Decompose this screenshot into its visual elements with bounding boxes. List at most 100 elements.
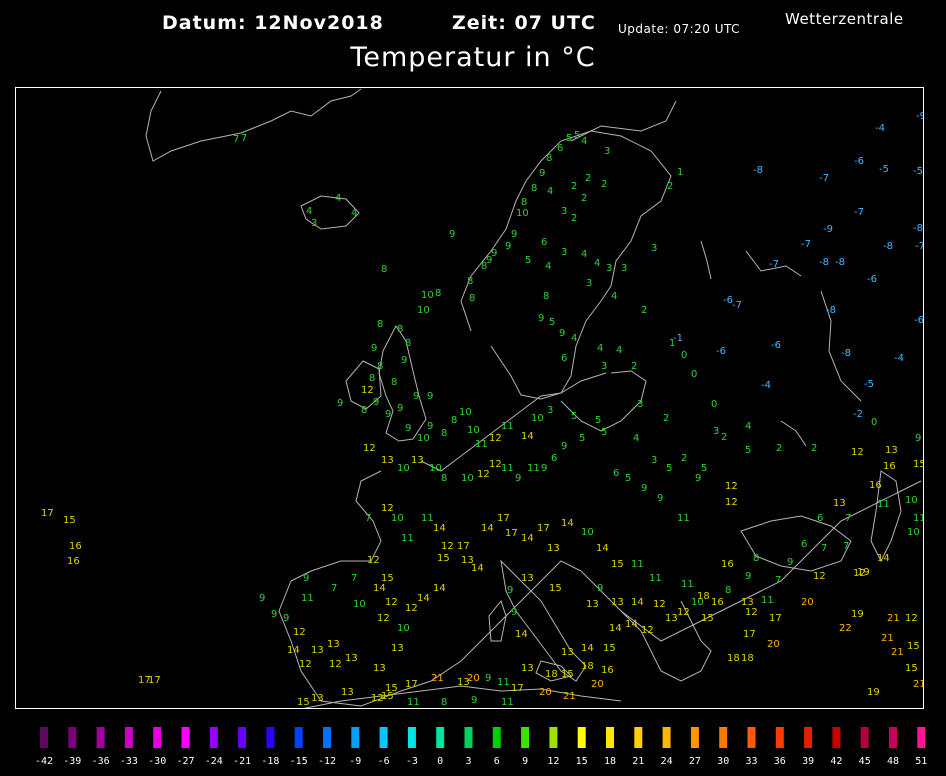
station-temp: 12 <box>851 447 864 458</box>
station-temp: 9 <box>657 493 663 504</box>
station-temp: 8 <box>361 405 367 416</box>
legend-label: 0 <box>437 756 443 767</box>
update-time: Update: 07:20 UTC <box>618 22 741 36</box>
datum-label: Datum: 12Nov2018 <box>162 12 384 34</box>
station-temp: 11 <box>877 499 890 510</box>
station-temp: -5 <box>879 164 889 175</box>
legend-label: 33 <box>745 756 757 767</box>
station-temp: 16 <box>601 665 614 676</box>
station-temp: 2 <box>571 213 577 224</box>
station-temp: 10 <box>461 473 474 484</box>
station-temp: 16 <box>711 597 724 608</box>
station-temp: 10 <box>397 623 410 634</box>
legend-label: 9 <box>522 756 528 767</box>
station-temp: 20 <box>467 673 480 684</box>
station-temp: 12 <box>441 541 454 552</box>
station-temp: 13 <box>665 613 678 624</box>
station-temp: 14 <box>481 523 494 534</box>
station-temp: 8 <box>441 697 447 708</box>
station-temp: 13 <box>461 555 474 566</box>
station-temp: 15 <box>907 641 920 652</box>
station-temp: 6 <box>551 453 557 464</box>
station-temp: 9 <box>427 391 433 402</box>
station-temp: 12 <box>641 625 654 636</box>
station-temp: 20 <box>539 687 552 698</box>
station-temp: 8 <box>377 319 383 330</box>
legend-label: -21 <box>233 756 251 767</box>
station-temp: 15 <box>603 643 616 654</box>
legend-swatch <box>662 727 671 748</box>
station-temp: 15 <box>63 515 76 526</box>
legend-swatch <box>492 727 501 748</box>
legend-labels: -42 -39 -36 -33 -30 -27 -24 -21 -18 -15 -12 -9 -6 -3 0… <box>35 756 927 767</box>
legend-label: 42 <box>830 756 842 767</box>
station-temp: 7 <box>845 513 851 524</box>
station-temp: 14 <box>287 645 300 656</box>
station-temp: 13 <box>373 663 386 674</box>
station-temp: 0 <box>711 399 717 410</box>
station-temp: 10 <box>531 413 544 424</box>
station-temp: 13 <box>391 643 404 654</box>
station-temp: 17 <box>405 679 418 690</box>
station-temp: 10 <box>516 208 529 219</box>
station-temp: 14 <box>877 553 890 564</box>
station-temp: 9 <box>559 328 565 339</box>
station-temp: 9 <box>561 441 567 452</box>
station-temp: 9 <box>541 463 547 474</box>
station-temp: -6 <box>854 156 864 167</box>
station-temp: 11 <box>677 513 690 524</box>
station-temp: 12 <box>905 613 918 624</box>
station-temp: 11 <box>421 513 434 524</box>
legend-label: -30 <box>148 756 166 767</box>
station-temp: 7 <box>775 575 781 586</box>
station-temp: 5 <box>549 317 555 328</box>
station-temp: 11 <box>475 439 488 450</box>
station-temp: 11 <box>301 593 314 604</box>
station-temp: 6 <box>557 143 563 154</box>
station-temp: 2 <box>811 443 817 454</box>
station-temp: 12 <box>477 469 490 480</box>
station-temp: 18 <box>545 669 558 680</box>
legend-label: -42 <box>35 756 53 767</box>
station-temp: 13 <box>411 455 424 466</box>
station-temp: 2 <box>681 453 687 464</box>
station-temp: 17 <box>743 629 756 640</box>
station-temp: -8 <box>753 165 763 176</box>
station-temp: 9 <box>271 609 277 620</box>
legend-label: -12 <box>318 756 336 767</box>
station-temp: -6 <box>771 340 781 351</box>
station-temp: 8 <box>451 415 457 426</box>
station-temp: 9 <box>385 409 391 420</box>
station-temp: -6 <box>867 274 877 285</box>
station-temp: 19 <box>867 687 880 698</box>
station-temp: 2 <box>585 173 591 184</box>
station-temp: -4 <box>875 123 885 134</box>
station-temp: 19 <box>851 609 864 620</box>
legend-swatch <box>436 727 445 748</box>
legend-swatch <box>124 727 133 748</box>
station-temp: 8 <box>435 288 441 299</box>
legend-swatch <box>266 727 275 748</box>
legend-label: -9 <box>349 756 361 767</box>
station-temp: 14 <box>561 518 574 529</box>
station-temp: 4 <box>616 345 622 356</box>
station-temp: 3 <box>561 247 567 258</box>
station-temp: 3 <box>604 146 610 157</box>
station-temp: 15 <box>297 697 310 708</box>
station-temp: 21 <box>563 691 576 702</box>
station-temp: -5 <box>913 166 923 177</box>
station-temp: 21 <box>431 673 444 684</box>
station-temp: 11 <box>407 697 420 708</box>
legend-swatch <box>804 727 813 748</box>
legend-label: 48 <box>887 756 899 767</box>
station-temp: 15 <box>701 613 714 624</box>
station-temp: 13 <box>611 597 624 608</box>
station-temp: 21 <box>891 647 904 658</box>
station-temp: 14 <box>609 623 622 634</box>
station-temp: 11 <box>649 573 662 584</box>
station-temp: 4 <box>335 193 341 204</box>
legend-label: 30 <box>717 756 729 767</box>
station-temp: 12 <box>381 503 394 514</box>
station-temp: 11 <box>913 513 924 524</box>
station-temp: -2 <box>853 409 863 420</box>
